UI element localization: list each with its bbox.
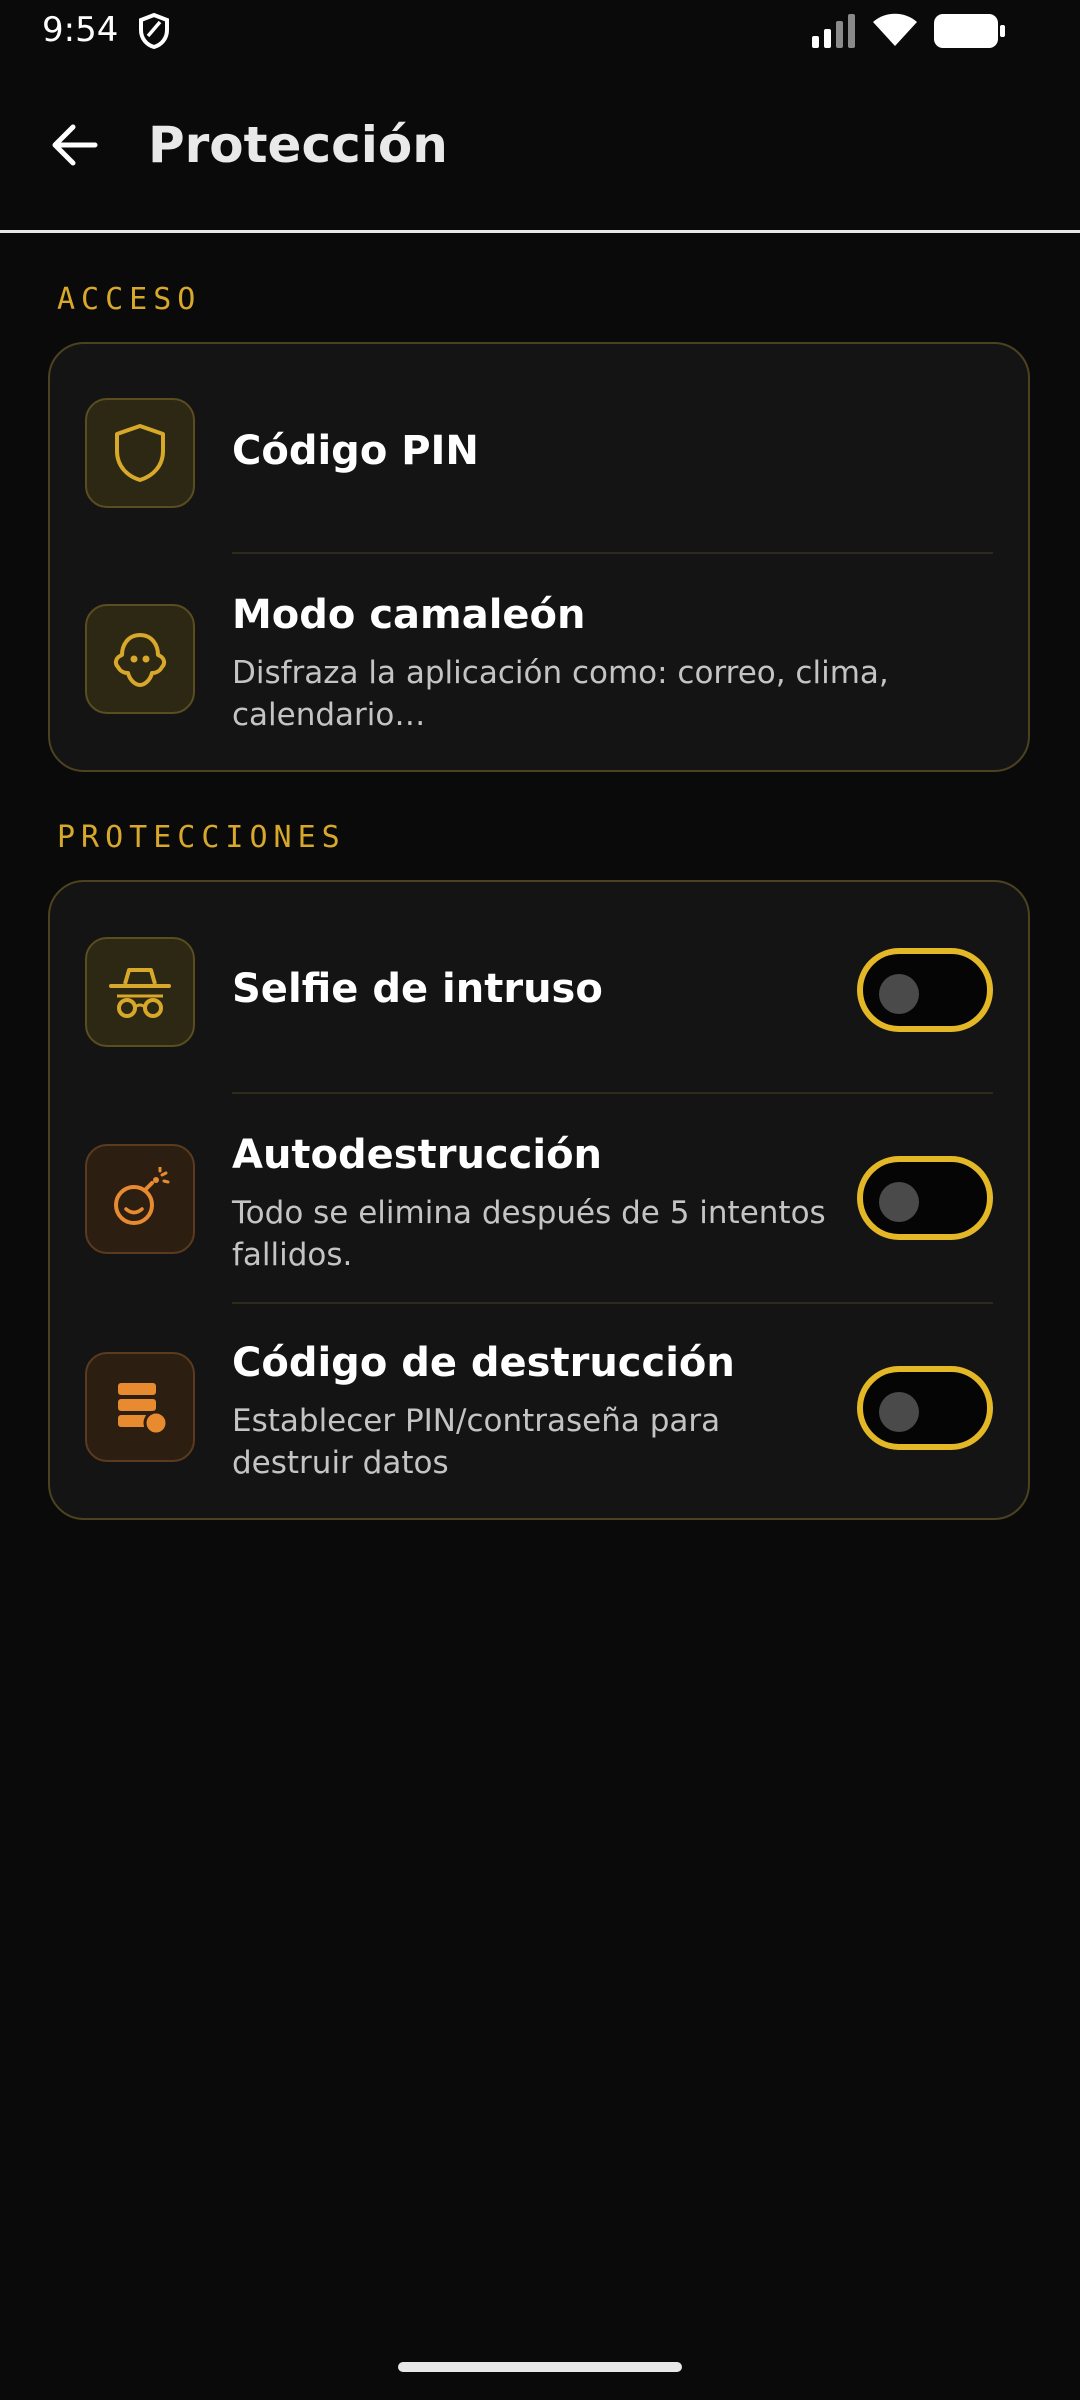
home-indicator[interactable] — [398, 2362, 682, 2372]
protections-card: Selfie de intruso Autodestrucción Todo s… — [48, 880, 1030, 1520]
destruction-code-title: Código de destrucción — [232, 1340, 735, 1386]
destruction-code-toggle[interactable] — [857, 1366, 993, 1450]
pin-code-item[interactable]: Código PIN — [50, 344, 1028, 552]
chameleon-mode-title: Modo camaleón — [232, 592, 586, 638]
toggle-knob — [879, 1392, 919, 1432]
section-label-access: ACCESO — [57, 282, 202, 317]
self-destruct-title: Autodestrucción — [232, 1132, 603, 1178]
chameleon-mode-item[interactable]: Modo camaleón Disfraza la aplicación com… — [50, 554, 1028, 772]
toggle-knob — [879, 1182, 919, 1222]
signal-icon — [812, 14, 860, 53]
status-bar: 9:54 — [0, 0, 1080, 62]
data-destroy-icon — [85, 1352, 195, 1462]
spy-icon — [85, 937, 195, 1047]
back-button[interactable] — [40, 110, 110, 180]
destruction-code-description: Establecer PIN/contraseña para destruir … — [232, 1403, 721, 1481]
toggle-knob — [879, 974, 919, 1014]
arrow-left-icon — [52, 124, 98, 166]
ghost-icon — [85, 604, 195, 714]
access-card: Código PIN Modo camaleón Disfraza la apl… — [48, 342, 1030, 772]
chameleon-mode-description: Disfraza la aplicación como: correo, cli… — [232, 655, 889, 733]
battery-icon — [934, 14, 1006, 53]
intruder-selfie-toggle[interactable] — [857, 948, 993, 1032]
destruction-code-item[interactable]: Código de destrucción Establecer PIN/con… — [50, 1304, 1028, 1520]
self-destruct-description: Todo se elimina después de 5 intentos fa… — [232, 1195, 826, 1273]
page-title: Protección — [148, 116, 448, 174]
self-destruct-item[interactable]: Autodestrucción Todo se elimina después … — [50, 1094, 1028, 1302]
shield-icon — [138, 12, 170, 55]
pin-code-title: Código PIN — [232, 428, 479, 474]
section-label-protections: PROTECCIONES — [57, 820, 346, 855]
shield-icon — [85, 398, 195, 508]
intruder-selfie-item[interactable]: Selfie de intruso — [50, 882, 1028, 1092]
status-time: 9:54 — [42, 10, 119, 50]
wifi-icon — [872, 12, 918, 53]
intruder-selfie-title: Selfie de intruso — [232, 966, 603, 1012]
self-destruct-toggle[interactable] — [857, 1156, 993, 1240]
app-bar: Protección — [0, 62, 1080, 233]
bomb-icon — [85, 1144, 195, 1254]
